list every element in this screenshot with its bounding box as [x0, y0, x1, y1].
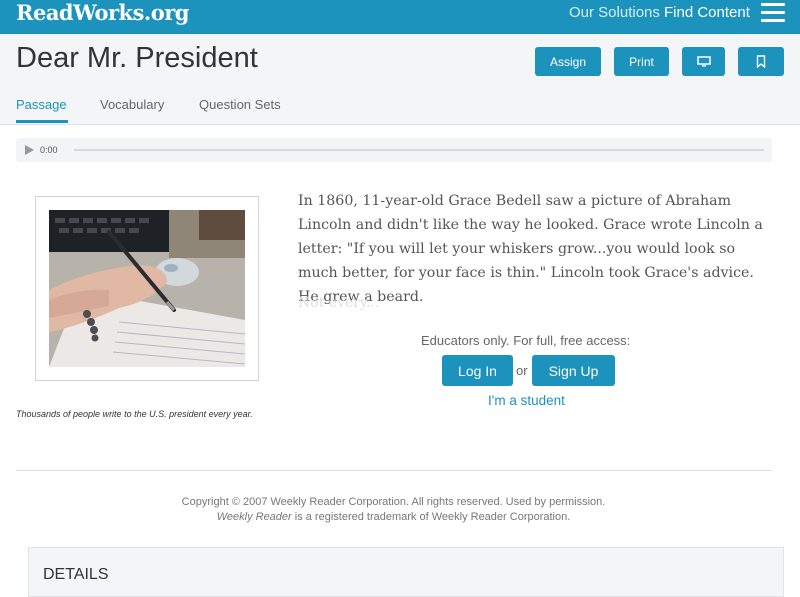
- passage-text: In 1860, 11-year-old Grace Bedell saw a …: [298, 193, 763, 305]
- bookmark-icon: [756, 55, 766, 68]
- passage-fade-text: Not every...: [298, 295, 380, 311]
- passage-photo: [49, 210, 245, 367]
- bookmark-button[interactable]: [738, 47, 784, 76]
- educators-note: Educators only. For full, free access:: [421, 333, 631, 348]
- tab-passage[interactable]: Passage: [16, 97, 67, 112]
- passage-image-frame: [35, 196, 259, 381]
- tab-question-sets[interactable]: Question Sets: [199, 97, 281, 112]
- page-title: Dear Mr. President: [16, 42, 258, 74]
- trademark-line: Weekly Reader is a registered trademark …: [0, 511, 787, 523]
- assign-button[interactable]: Assign: [535, 47, 601, 76]
- present-button[interactable]: [682, 47, 725, 76]
- hamburger-menu-icon[interactable]: [761, 3, 785, 22]
- tab-vocabulary[interactable]: Vocabulary: [100, 97, 164, 112]
- trademark-text: is a registered trademark of Weekly Read…: [291, 511, 571, 523]
- footer-divider: [16, 470, 772, 471]
- sign-up-button[interactable]: Sign Up: [532, 355, 615, 386]
- active-tab-indicator: [16, 120, 68, 123]
- student-link[interactable]: I'm a student: [488, 393, 565, 408]
- details-title: DETAILS: [43, 566, 109, 583]
- monitor-icon: [696, 55, 711, 66]
- nav-find-content[interactable]: Find Content: [664, 4, 750, 21]
- trademark-name: Weekly Reader: [216, 511, 292, 523]
- audio-player: 0:00: [16, 138, 772, 162]
- audio-time: 0:00: [40, 145, 58, 155]
- image-caption: Thousands of people write to the U.S. pr…: [16, 409, 253, 419]
- play-icon[interactable]: [25, 145, 34, 155]
- nav-our-solutions[interactable]: Our Solutions: [569, 4, 660, 21]
- copyright-line: Copyright © 2007 Weekly Reader Corporati…: [181, 496, 606, 508]
- readworks-logo[interactable]: ReadWorks.org: [16, 0, 189, 25]
- top-navbar: ReadWorks.org Our Solutions Find Content: [0, 0, 800, 34]
- log-in-button[interactable]: Log In: [442, 355, 513, 386]
- or-label: or: [516, 363, 528, 378]
- audio-seek-bar[interactable]: [74, 149, 764, 151]
- print-button[interactable]: Print: [614, 47, 669, 76]
- details-panel: DETAILS: [28, 547, 784, 597]
